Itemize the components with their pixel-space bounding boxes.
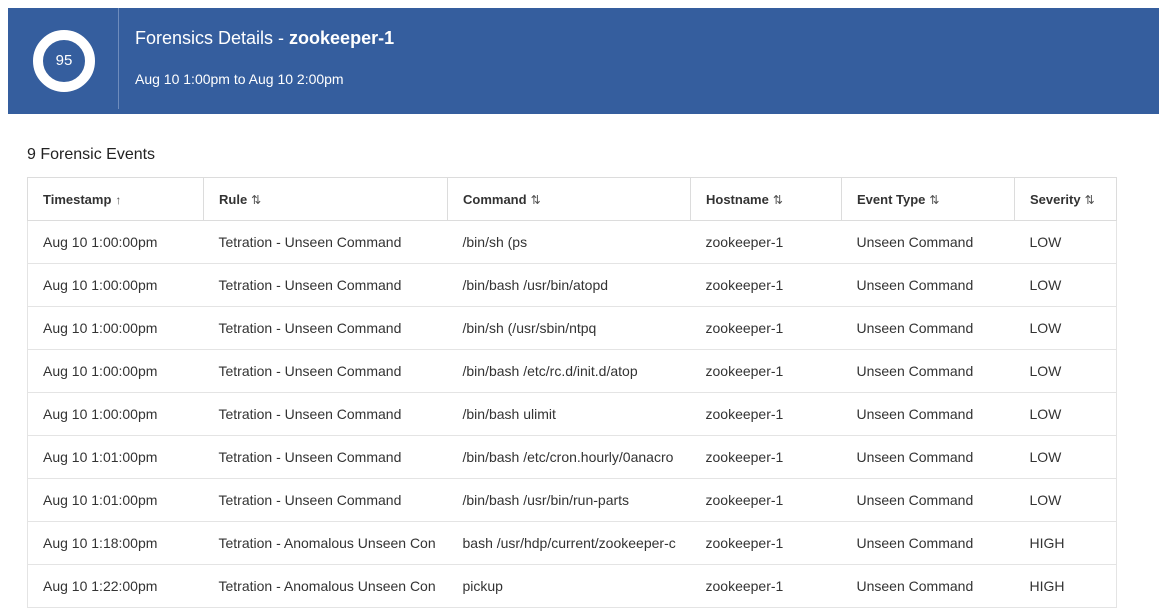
sort-icon: ⇅: [1084, 192, 1095, 207]
events-table: Timestamp ↑ Rule ⇅ Command ⇅ Hostname ⇅ Even…: [27, 177, 1117, 608]
table-row[interactable]: Aug 10 1:00:00pm Tetration - Unseen Comm…: [27, 349, 1117, 393]
sort-icon: ⇅: [251, 192, 262, 207]
table-row[interactable]: Aug 10 1:01:00pm Tetration - Unseen Comm…: [27, 435, 1117, 479]
table-row[interactable]: Aug 10 1:00:00pm Tetration - Unseen Comm…: [27, 220, 1117, 264]
cell-event-type: Unseen Command: [841, 564, 1015, 608]
cell-rule: Tetration - Unseen Command: [203, 263, 448, 307]
cell-hostname: zookeeper-1: [690, 392, 842, 436]
cell-event-type: Unseen Command: [841, 478, 1015, 522]
cell-hostname: zookeeper-1: [690, 220, 842, 264]
sort-asc-icon: ↑: [115, 192, 122, 207]
cell-rule: Tetration - Anomalous Unseen Con: [203, 564, 448, 608]
cell-severity: HIGH: [1014, 564, 1117, 608]
cell-command: bash /usr/hdp/current/zookeeper-c: [447, 521, 691, 565]
page-title-host: zookeeper-1: [289, 28, 395, 48]
score-gauge: 95: [32, 29, 96, 93]
cell-event-type: Unseen Command: [841, 435, 1015, 479]
cell-severity: HIGH: [1014, 521, 1117, 565]
cell-command: /bin/sh (/usr/sbin/ntpq: [447, 306, 691, 350]
cell-event-type: Unseen Command: [841, 521, 1015, 565]
col-header-timestamp[interactable]: Timestamp ↑: [27, 177, 204, 221]
table-row[interactable]: Aug 10 1:00:00pm Tetration - Unseen Comm…: [27, 306, 1117, 350]
cell-timestamp: Aug 10 1:00:00pm: [27, 263, 204, 307]
cell-rule: Tetration - Anomalous Unseen Con: [203, 521, 448, 565]
table-row[interactable]: Aug 10 1:00:00pm Tetration - Unseen Comm…: [27, 263, 1117, 307]
events-count: 9 Forensic Events: [27, 146, 156, 163]
cell-severity: LOW: [1014, 392, 1117, 436]
cell-hostname: zookeeper-1: [690, 478, 842, 522]
cell-hostname: zookeeper-1: [690, 306, 842, 350]
cell-event-type: Unseen Command: [841, 392, 1015, 436]
cell-hostname: zookeeper-1: [690, 564, 842, 608]
table-row[interactable]: Aug 10 1:22:00pm Tetration - Anomalous U…: [27, 564, 1117, 608]
cell-timestamp: Aug 10 1:00:00pm: [27, 392, 204, 436]
table-header-row: Timestamp ↑ Rule ⇅ Command ⇅ Hostname ⇅ Even…: [27, 177, 1117, 221]
header-divider: [118, 8, 119, 109]
forensics-header: 95 Forensics Details - zookeeper-1 Aug 1…: [8, 8, 1159, 114]
col-header-rule[interactable]: Rule ⇅: [203, 177, 448, 221]
score-value: 95: [55, 52, 73, 69]
cell-rule: Tetration - Unseen Command: [203, 435, 448, 479]
cell-event-type: Unseen Command: [841, 263, 1015, 307]
cell-timestamp: Aug 10 1:00:00pm: [27, 349, 204, 393]
cell-hostname: zookeeper-1: [690, 349, 842, 393]
sort-icon: ⇅: [530, 192, 541, 207]
cell-severity: LOW: [1014, 349, 1117, 393]
cell-severity: LOW: [1014, 220, 1117, 264]
cell-hostname: zookeeper-1: [690, 521, 842, 565]
table-row[interactable]: Aug 10 1:00:00pm Tetration - Unseen Comm…: [27, 392, 1117, 436]
sort-icon: ⇅: [929, 192, 940, 207]
cell-command: /bin/bash /etc/cron.hourly/0anacro: [447, 435, 691, 479]
col-header-event-type[interactable]: Event Type ⇅: [841, 177, 1015, 221]
col-header-hostname[interactable]: Hostname ⇅: [690, 177, 842, 221]
col-header-severity[interactable]: Severity ⇅: [1014, 177, 1117, 221]
cell-event-type: Unseen Command: [841, 220, 1015, 264]
cell-hostname: zookeeper-1: [690, 435, 842, 479]
cell-rule: Tetration - Unseen Command: [203, 392, 448, 436]
cell-timestamp: Aug 10 1:01:00pm: [27, 478, 204, 522]
cell-command: pickup: [447, 564, 691, 608]
cell-timestamp: Aug 10 1:18:00pm: [27, 521, 204, 565]
cell-command: /bin/bash /etc/rc.d/init.d/atop: [447, 349, 691, 393]
cell-timestamp: Aug 10 1:00:00pm: [27, 306, 204, 350]
page-title: Forensics Details - zookeeper-1: [135, 28, 394, 49]
cell-rule: Tetration - Unseen Command: [203, 306, 448, 350]
cell-rule: Tetration - Unseen Command: [203, 349, 448, 393]
cell-severity: LOW: [1014, 435, 1117, 479]
cell-timestamp: Aug 10 1:00:00pm: [27, 220, 204, 264]
cell-command: /bin/bash ulimit: [447, 392, 691, 436]
cell-severity: LOW: [1014, 478, 1117, 522]
cell-rule: Tetration - Unseen Command: [203, 220, 448, 264]
cell-event-type: Unseen Command: [841, 306, 1015, 350]
table-row[interactable]: Aug 10 1:18:00pm Tetration - Anomalous U…: [27, 521, 1117, 565]
cell-timestamp: Aug 10 1:22:00pm: [27, 564, 204, 608]
cell-timestamp: Aug 10 1:01:00pm: [27, 435, 204, 479]
cell-hostname: zookeeper-1: [690, 263, 842, 307]
table-row[interactable]: Aug 10 1:01:00pm Tetration - Unseen Comm…: [27, 478, 1117, 522]
page-title-prefix: Forensics Details -: [135, 28, 290, 48]
cell-severity: LOW: [1014, 306, 1117, 350]
cell-event-type: Unseen Command: [841, 349, 1015, 393]
cell-command: /bin/sh (ps: [447, 220, 691, 264]
time-range: Aug 10 1:00pm to Aug 10 2:00pm: [135, 71, 344, 87]
col-header-command[interactable]: Command ⇅: [447, 177, 691, 221]
cell-severity: LOW: [1014, 263, 1117, 307]
cell-command: /bin/bash /usr/bin/atopd: [447, 263, 691, 307]
cell-rule: Tetration - Unseen Command: [203, 478, 448, 522]
sort-icon: ⇅: [772, 192, 783, 207]
cell-command: /bin/bash /usr/bin/run-parts: [447, 478, 691, 522]
